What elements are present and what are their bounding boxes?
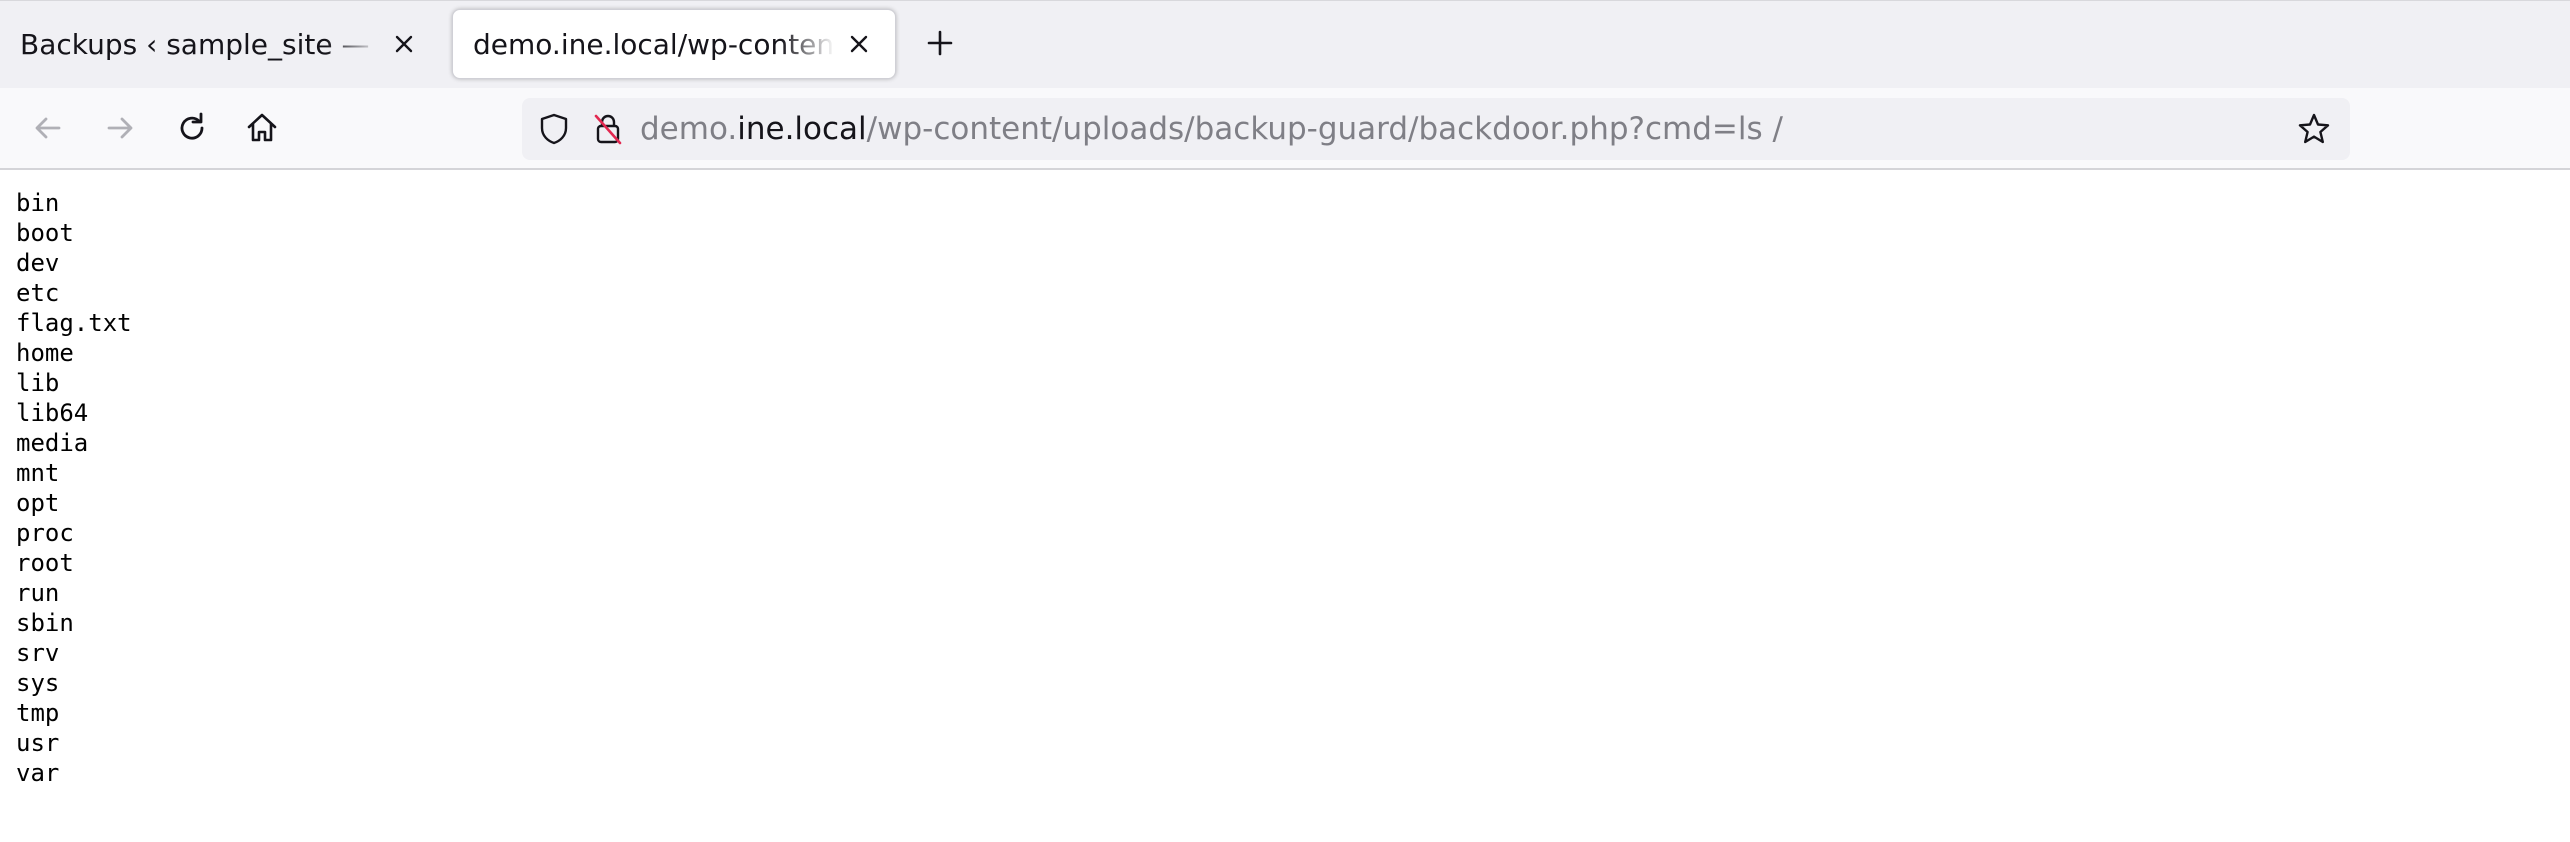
arrow-left-icon (35, 117, 61, 139)
output-line: sbin (16, 609, 74, 637)
url-prefix: demo. (640, 111, 738, 147)
forward-button[interactable] (98, 106, 142, 150)
reload-button[interactable] (170, 106, 214, 150)
output-line: srv (16, 639, 60, 667)
output-line: media (16, 429, 89, 457)
plus-icon (927, 30, 953, 56)
bookmark-star-icon[interactable] (2294, 109, 2334, 149)
output-line: lib (16, 369, 60, 397)
output-line: usr (16, 729, 60, 757)
output-line: var (16, 759, 60, 787)
output-line: mnt (16, 459, 60, 487)
reload-icon (180, 112, 204, 140)
url-path: /wp-content/uploads/backup-guard/backdoo… (866, 111, 1783, 147)
tab-bar: Backups ‹ sample_site — WordPress demo.i… (0, 0, 2570, 88)
tab-backdoor[interactable]: demo.ine.local/wp-content/uploads/backup… (452, 9, 896, 79)
home-button[interactable] (240, 106, 284, 150)
close-icon[interactable] (388, 28, 420, 60)
url-text[interactable]: demo.ine.local/wp-content/uploads/backup… (640, 111, 1783, 147)
output-line: boot (16, 219, 74, 247)
command-output: bin boot dev etc flag.txt home lib lib64 media mn… (16, 188, 132, 788)
tab-title: Backups ‹ sample_site — WordPress (20, 27, 380, 61)
insecure-lock-icon[interactable] (588, 109, 628, 149)
output-line: lib64 (16, 399, 89, 427)
close-icon[interactable] (843, 28, 875, 60)
shield-icon[interactable] (534, 109, 574, 149)
output-line: proc (16, 519, 74, 547)
output-line: tmp (16, 699, 60, 727)
output-line: sys (16, 669, 60, 697)
output-line: home (16, 339, 74, 367)
output-line: bin (16, 189, 60, 217)
tab-backups[interactable]: Backups ‹ sample_site — WordPress (0, 9, 440, 79)
url-host: ine.local (737, 111, 867, 147)
arrow-right-icon (107, 117, 133, 139)
tab-title: demo.ine.local/wp-content/uploads/backup… (473, 27, 835, 61)
output-line: opt (16, 489, 60, 517)
output-line: root (16, 549, 74, 577)
back-button[interactable] (26, 106, 70, 150)
output-line: flag.txt (16, 309, 132, 337)
navigation-toolbar: demo.ine.local/wp-content/uploads/backup… (0, 88, 2570, 170)
output-line: etc (16, 279, 60, 307)
home-icon (247, 113, 277, 142)
output-line: dev (16, 249, 60, 277)
url-bar[interactable]: demo.ine.local/wp-content/uploads/backup… (522, 98, 2350, 160)
new-tab-button[interactable] (918, 21, 962, 65)
output-line: run (16, 579, 60, 607)
